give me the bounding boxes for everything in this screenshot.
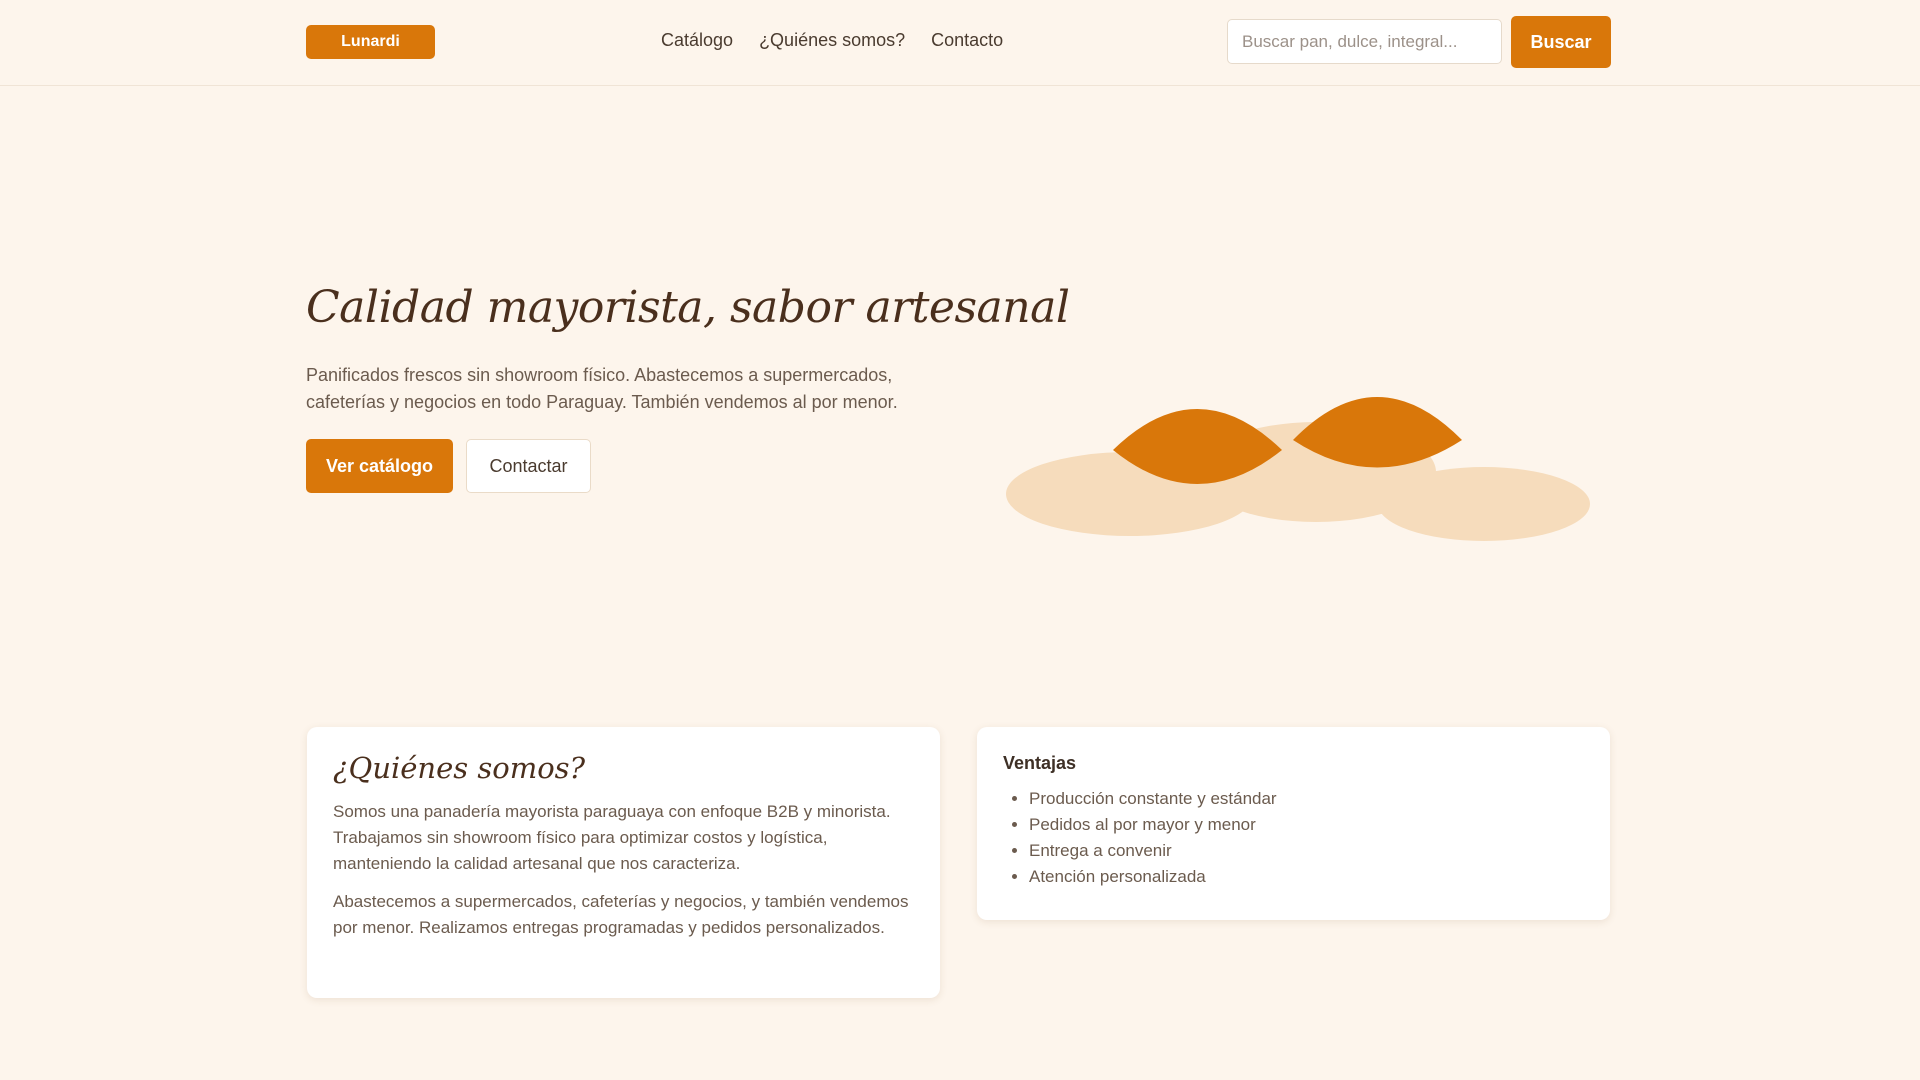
search-button[interactable]: Buscar	[1511, 16, 1611, 68]
view-catalog-button[interactable]: Ver catálogo	[306, 439, 453, 493]
about-paragraph-1: Somos una panadería mayorista paraguaya …	[333, 802, 891, 873]
main-nav: Catálogo ¿Quiénes somos? Contacto	[661, 30, 1003, 51]
nav-link-contacto[interactable]: Contacto	[931, 30, 1003, 51]
advantages-card: Ventajas Producción constante y estándar…	[977, 727, 1610, 920]
about-paragraph-2: Abastecemos a supermercados, cafeterías …	[333, 892, 909, 937]
list-item: Entrega a convenir	[1029, 838, 1584, 864]
bread-loaf-right-icon	[1378, 467, 1590, 541]
search-input[interactable]	[1227, 19, 1502, 64]
about-title: ¿Quiénes somos?	[333, 751, 586, 785]
nav-link-quienes-somos[interactable]: ¿Quiénes somos?	[759, 30, 905, 51]
list-item: Producción constante y estándar	[1029, 786, 1584, 812]
hero-description: Panificados frescos sin showroom físico.…	[306, 365, 898, 412]
list-item: Pedidos al por mayor y menor	[1029, 812, 1584, 838]
about-card: ¿Quiénes somos? Somos una panadería mayo…	[307, 727, 940, 998]
contact-button[interactable]: Contactar	[466, 439, 591, 493]
advantages-title: Ventajas	[1003, 753, 1077, 773]
hero-title: Calidad mayorista, sabor artesanal	[306, 282, 1070, 333]
site-header: Lunardi Catálogo ¿Quiénes somos? Contact…	[0, 0, 1920, 86]
bread-illustration	[1006, 397, 1590, 541]
advantages-list: Producción constante y estándar Pedidos …	[1003, 786, 1584, 890]
nav-link-catalogo[interactable]: Catálogo	[661, 30, 733, 51]
logo[interactable]: Lunardi	[306, 25, 435, 59]
list-item: Atención personalizada	[1029, 864, 1584, 890]
